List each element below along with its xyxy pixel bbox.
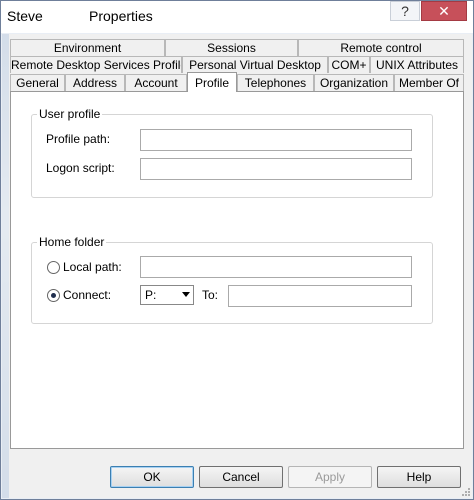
drive-letter-value: P: [145, 288, 157, 302]
tab-unix-attributes[interactable]: UNIX Attributes [370, 56, 464, 73]
logon-script-input[interactable] [140, 158, 412, 180]
help-icon[interactable]: ? [390, 1, 420, 21]
drive-letter-select[interactable]: P: [140, 285, 194, 305]
tab-account[interactable]: Account [125, 74, 187, 91]
connect-radio[interactable] [47, 289, 60, 302]
tab-remote-desktop-services-profile[interactable]: Remote Desktop Services Profile [10, 56, 182, 73]
ok-button[interactable]: OK [110, 466, 194, 488]
tab-address[interactable]: Address [65, 74, 125, 91]
tab-remote-control[interactable]: Remote control [298, 39, 464, 56]
connect-to-input[interactable] [228, 285, 412, 307]
tab-environment[interactable]: Environment [10, 39, 165, 56]
tab-organization[interactable]: Organization [314, 74, 394, 91]
user-profile-group-title: User profile [37, 107, 103, 121]
tab-row-3: General Address Account Profile Telephon… [10, 72, 464, 92]
logon-script-label: Logon script: [46, 161, 115, 175]
cancel-button[interactable]: Cancel [199, 466, 283, 488]
tab-row-2: Remote Desktop Services Profile Personal… [10, 56, 464, 73]
profile-path-input[interactable] [140, 129, 412, 151]
local-path-input[interactable] [140, 256, 412, 278]
resize-grip-icon[interactable] [461, 487, 471, 497]
to-label: To: [202, 288, 219, 302]
local-path-radio[interactable] [47, 261, 60, 274]
dialog-client-area: Environment Sessions Remote control Remo… [2, 34, 472, 498]
connect-label[interactable]: Connect: [63, 288, 111, 302]
window-user-name: Steve [7, 8, 43, 24]
help-button[interactable]: Help [377, 466, 461, 488]
profile-path-label: Profile path: [46, 132, 111, 146]
apply-button[interactable]: Apply [288, 466, 372, 488]
chevron-down-icon [182, 292, 190, 297]
close-icon[interactable]: ✕ [421, 1, 467, 21]
tab-profile[interactable]: Profile [187, 72, 237, 92]
local-path-label[interactable]: Local path: [63, 260, 122, 274]
properties-dialog: Steve Properties ? ✕ Environment Session… [0, 0, 474, 500]
tab-general[interactable]: General [10, 74, 65, 91]
tab-telephones[interactable]: Telephones [237, 74, 314, 91]
home-folder-group-title: Home folder [37, 235, 107, 249]
tab-com-plus[interactable]: COM+ [328, 56, 370, 73]
tab-member-of[interactable]: Member Of [394, 74, 464, 91]
user-profile-group: User profile Profile path: Logon script: [31, 107, 433, 198]
window-title: Properties [89, 8, 153, 24]
profile-tab-panel: User profile Profile path: Logon script:… [10, 91, 464, 449]
window-border-strip [2, 34, 9, 498]
tab-row-1: Environment Sessions Remote control [10, 39, 464, 56]
title-bar[interactable]: Steve Properties ? ✕ [1, 1, 473, 33]
tab-sessions[interactable]: Sessions [165, 39, 298, 56]
home-folder-group: Home folder Local path: Connect: P: To: [31, 235, 433, 324]
tab-personal-virtual-desktop[interactable]: Personal Virtual Desktop [182, 56, 328, 73]
